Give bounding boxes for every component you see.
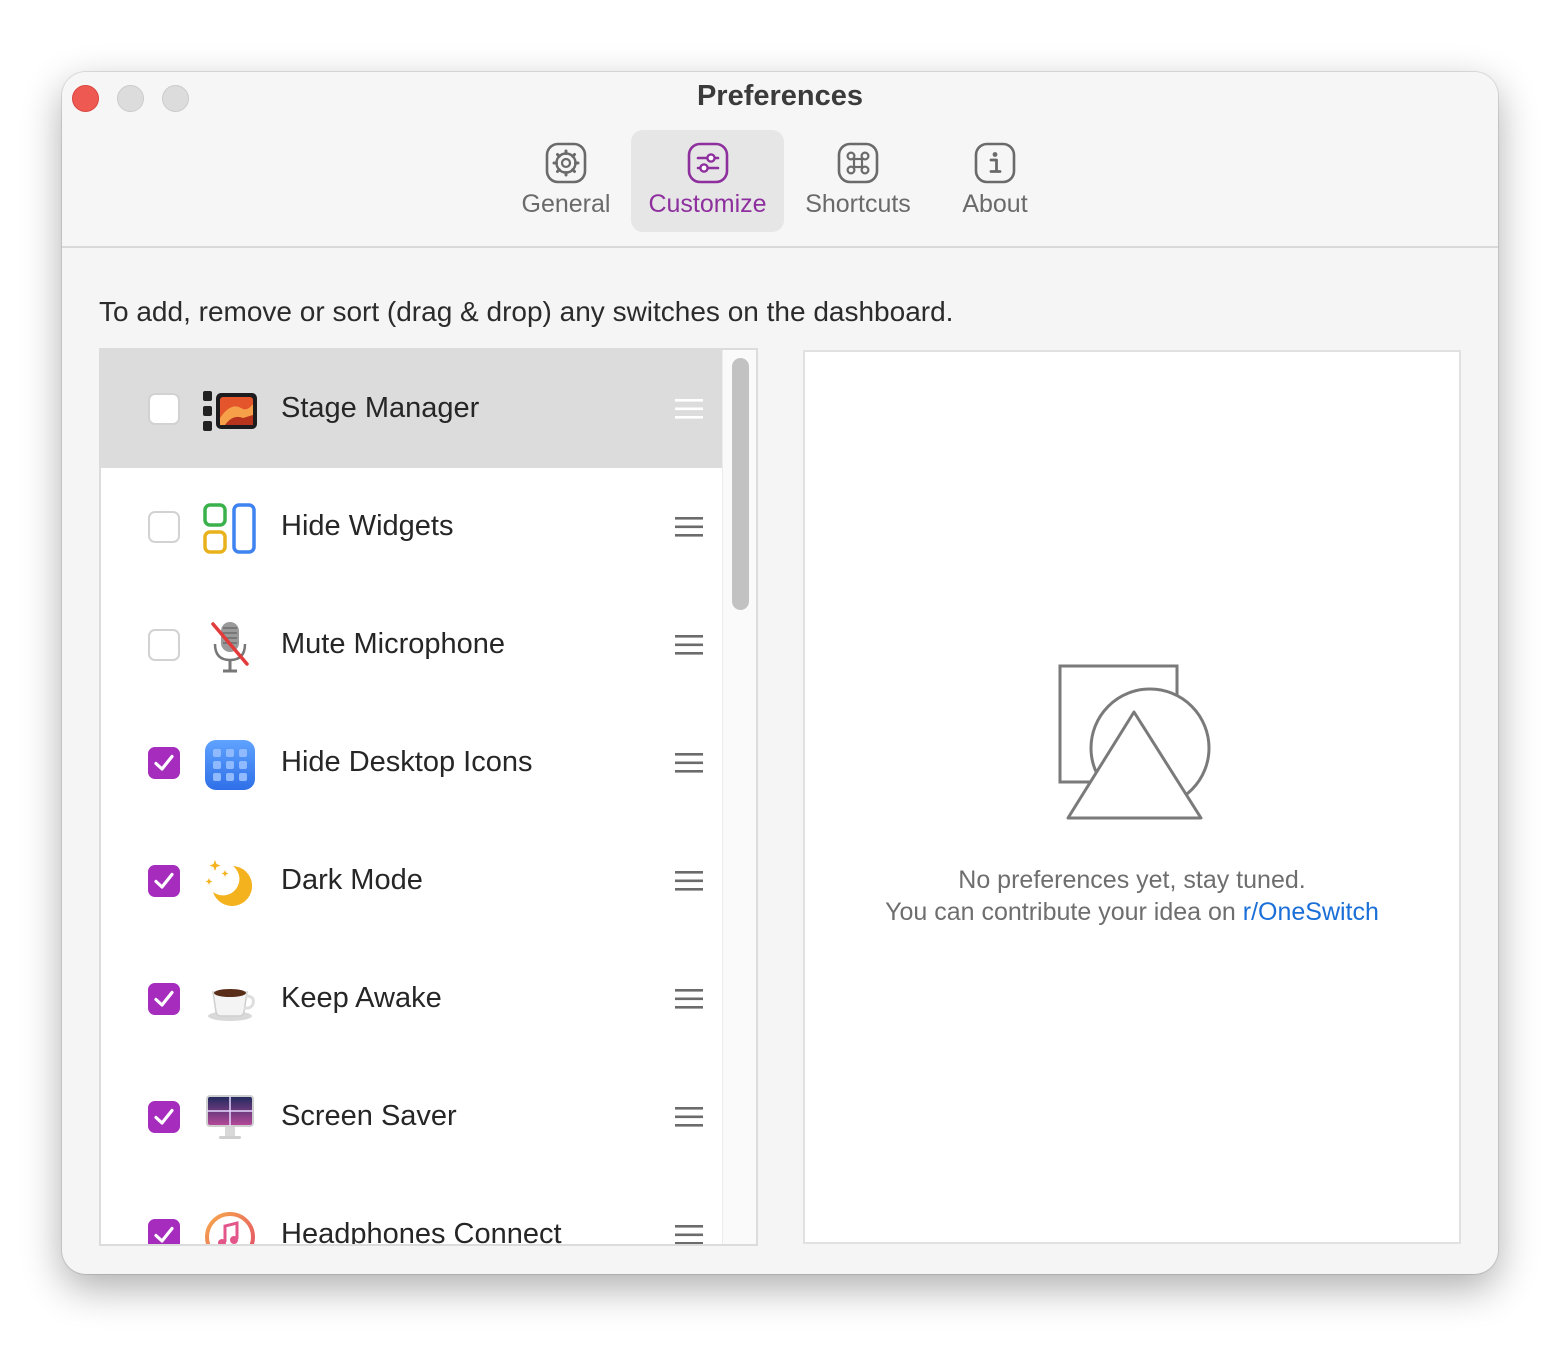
switch-checkbox[interactable] bbox=[148, 865, 180, 897]
empty-state-message: No preferences yet, stay tuned. You can … bbox=[805, 864, 1459, 928]
monitor-icon bbox=[206, 1095, 254, 1139]
window-title: Preferences bbox=[696, 80, 864, 112]
checkmark-icon bbox=[154, 1108, 174, 1125]
toolbar: Preferences General Customize Shortcuts … bbox=[62, 72, 1498, 248]
switch-detail-panel: No preferences yet, stay tuned. You can … bbox=[803, 350, 1461, 1244]
drag-handle-icon[interactable] bbox=[675, 634, 703, 656]
switch-checkbox[interactable] bbox=[148, 1101, 180, 1133]
drag-handle-icon[interactable] bbox=[675, 1224, 703, 1246]
drag-handle-icon[interactable] bbox=[675, 398, 703, 420]
tab-label: Shortcuts bbox=[805, 190, 911, 218]
drag-handle-icon[interactable] bbox=[675, 870, 703, 892]
empty-state-line: You can contribute your idea on r/OneSwi… bbox=[805, 896, 1459, 928]
switch-checkbox[interactable] bbox=[148, 629, 180, 661]
command-icon bbox=[837, 142, 879, 184]
sliders-icon bbox=[687, 142, 728, 184]
switch-checkbox[interactable] bbox=[148, 393, 180, 425]
scrollbar-thumb[interactable] bbox=[732, 358, 749, 610]
switch-label: Hide Desktop Icons bbox=[281, 746, 533, 778]
switch-label: Stage Manager bbox=[281, 392, 480, 424]
switch-label: Hide Widgets bbox=[281, 510, 454, 542]
switch-checkbox[interactable] bbox=[148, 511, 180, 543]
tab-about[interactable]: About bbox=[948, 130, 1042, 232]
info-icon bbox=[974, 142, 1016, 184]
drag-handle-icon[interactable] bbox=[675, 516, 703, 538]
switch-checkbox[interactable] bbox=[148, 747, 180, 779]
microphone-muted-icon bbox=[211, 622, 249, 673]
moon-icon bbox=[205, 860, 253, 906]
empty-state-prefix: You can contribute your idea on bbox=[885, 898, 1243, 926]
desktop-grid-icon bbox=[205, 740, 255, 790]
tab-label: General bbox=[521, 190, 611, 218]
stage-manager-icon bbox=[203, 391, 257, 431]
switch-row-dark-mode[interactable]: Dark Mode bbox=[101, 822, 722, 940]
tab-label: About bbox=[962, 190, 1028, 218]
checkmark-icon bbox=[154, 872, 174, 889]
tab-label: Customize bbox=[648, 190, 767, 218]
checkmark-icon bbox=[154, 754, 174, 771]
scrollbar[interactable] bbox=[722, 350, 756, 1244]
tab-shortcuts[interactable]: Shortcuts bbox=[795, 130, 921, 232]
switch-row-headphones-connect[interactable]: Headphones Connect bbox=[101, 1176, 722, 1246]
switch-row-hide-desktop-icons[interactable]: Hide Desktop Icons bbox=[101, 704, 722, 822]
switch-label: Screen Saver bbox=[281, 1100, 457, 1132]
headphones-music-icon bbox=[205, 1212, 255, 1244]
widgets-icon bbox=[203, 503, 256, 554]
switch-row-stage-manager[interactable]: Stage Manager bbox=[101, 350, 722, 468]
customize-description: To add, remove or sort (drag & drop) any… bbox=[99, 296, 954, 327]
drag-handle-icon[interactable] bbox=[675, 752, 703, 774]
switch-list[interactable]: Stage Manager Hide Widgets Mute Micropho… bbox=[99, 348, 758, 1246]
switch-row-screen-saver[interactable]: Screen Saver bbox=[101, 1058, 722, 1176]
tab-customize[interactable]: Customize bbox=[631, 130, 784, 232]
switch-checkbox[interactable] bbox=[148, 983, 180, 1015]
switch-label: Headphones Connect bbox=[281, 1218, 562, 1246]
switch-row-keep-awake[interactable]: Keep Awake bbox=[101, 940, 722, 1058]
coffee-cup-icon bbox=[208, 989, 255, 1021]
preferences-window: Preferences General Customize Shortcuts … bbox=[62, 72, 1498, 1274]
shapes-placeholder-icon bbox=[1058, 664, 1211, 820]
switch-label: Mute Microphone bbox=[281, 628, 506, 660]
oneswitch-subreddit-link[interactable]: r/OneSwitch bbox=[1243, 898, 1379, 926]
checkmark-icon bbox=[154, 1226, 174, 1243]
switch-checkbox[interactable] bbox=[148, 1219, 180, 1244]
drag-handle-icon[interactable] bbox=[675, 1106, 703, 1128]
switch-label: Dark Mode bbox=[281, 864, 423, 896]
tab-general[interactable]: General bbox=[510, 130, 622, 232]
empty-state-line: No preferences yet, stay tuned. bbox=[958, 866, 1306, 894]
switch-label: Keep Awake bbox=[281, 982, 442, 1014]
switch-row-mute-microphone[interactable]: Mute Microphone bbox=[101, 586, 722, 704]
switch-row-hide-widgets[interactable]: Hide Widgets bbox=[101, 468, 722, 586]
gear-icon bbox=[545, 142, 587, 184]
drag-handle-icon[interactable] bbox=[675, 988, 703, 1010]
checkmark-icon bbox=[154, 990, 174, 1007]
